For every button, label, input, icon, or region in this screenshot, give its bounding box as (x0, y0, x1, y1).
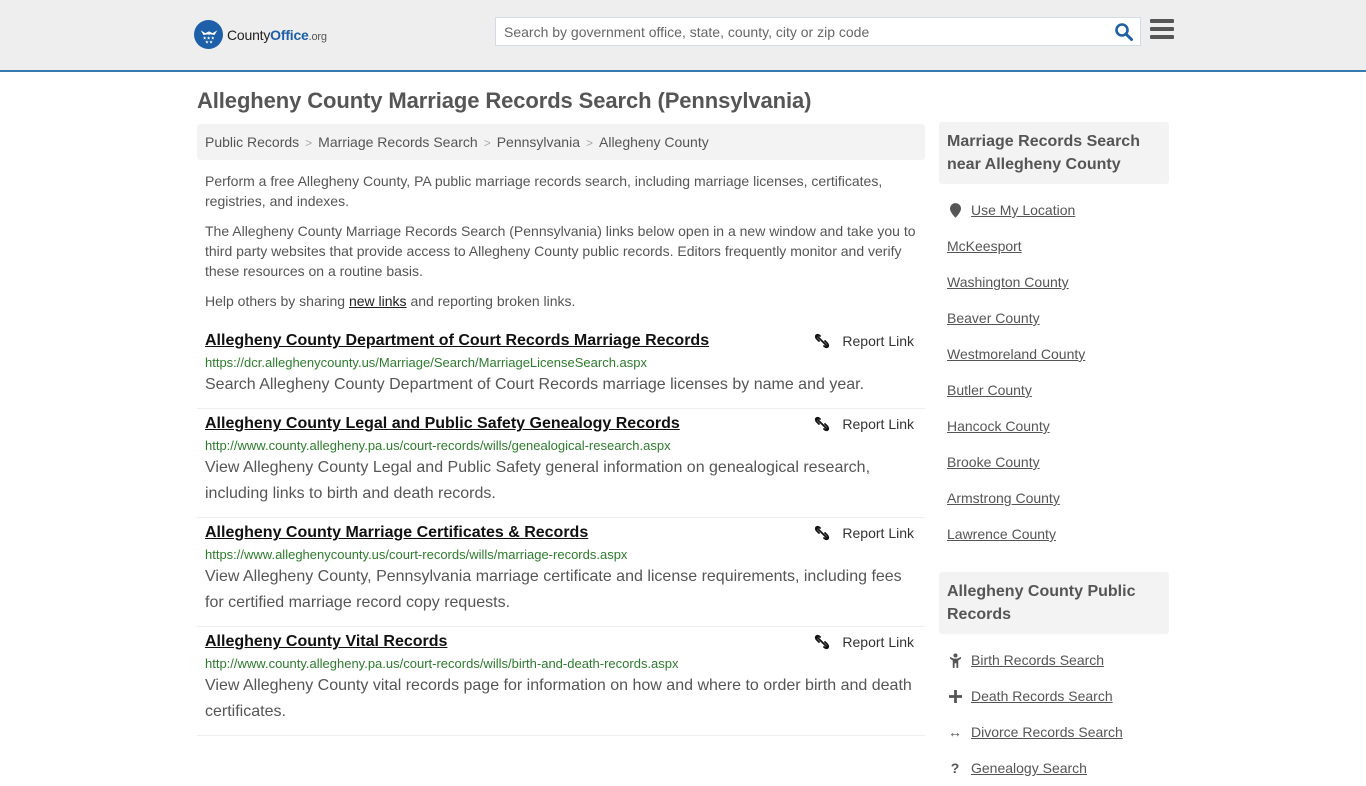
broken-link-icon (815, 333, 830, 349)
result-item: Allegheny County Department of Court Rec… (197, 326, 925, 409)
nearby-link-mckeesport[interactable]: McKeesport (947, 238, 1022, 254)
nearby-item: Armstrong County (947, 480, 1161, 516)
report-link-button[interactable]: Report Link (814, 525, 914, 541)
new-links-link[interactable]: new links (349, 293, 407, 309)
nearby-list: Use My Location McKeesport Washington Co… (939, 184, 1169, 552)
breadcrumb-allegheny-county[interactable]: Allegheny County (599, 134, 709, 150)
public-records-heading: Allegheny County Public Records (939, 572, 1169, 634)
result-item: Allegheny County Vital Records Report Li… (197, 627, 925, 736)
result-title-link[interactable]: Allegheny County Legal and Public Safety… (205, 415, 680, 433)
hamburger-menu-icon[interactable] (1150, 19, 1174, 41)
result-url: http://www.county.allegheny.pa.us/court-… (205, 656, 679, 671)
map-marker-icon (947, 202, 963, 218)
breadcrumb: Public Records > Marriage Records Search > P… (197, 124, 925, 160)
result-url: https://dcr.alleghenycounty.us/Marriage/… (205, 355, 647, 370)
public-records-item: ↔ Divorce Records Search (947, 714, 1161, 750)
use-my-location-link[interactable]: Use My Location (971, 202, 1075, 218)
intro-paragraph-2: The Allegheny County Marriage Records Se… (205, 223, 916, 279)
results-list: Allegheny County Department of Court Rec… (197, 326, 925, 736)
page-title: Allegheny County Marriage Records Search… (197, 88, 812, 113)
broken-link-icon (815, 416, 830, 432)
report-link-button[interactable]: Report Link (814, 333, 914, 349)
report-link-button[interactable]: Report Link (814, 416, 914, 432)
nearby-link-beaver-county[interactable]: Beaver County (947, 310, 1040, 326)
logo-text: CountyOffice.org (227, 26, 327, 43)
result-description: View Allegheny County Legal and Public S… (205, 459, 871, 502)
nearby-item: Lawrence County (947, 516, 1161, 552)
eagle-logo-icon: ★★★ ★★ (194, 20, 223, 49)
birth-records-search-link[interactable]: Birth Records Search (971, 652, 1104, 668)
use-location-item: Use My Location (947, 192, 1161, 228)
nearby-link-butler-county[interactable]: Butler County (947, 382, 1032, 398)
site-header: ★★★ ★★ CountyOffice.org (0, 0, 1366, 72)
intro-text: Perform a free Allegheny County, PA publ… (205, 171, 920, 321)
broken-link-icon (815, 634, 830, 650)
nearby-link-westmoreland-county[interactable]: Westmoreland County (947, 346, 1085, 362)
nearby-item: Brooke County (947, 444, 1161, 480)
result-description: View Allegheny County vital records page… (205, 677, 912, 720)
death-records-search-link[interactable]: Death Records Search (971, 688, 1113, 704)
result-item: Allegheny County Marriage Certificates &… (197, 518, 925, 627)
site-logo[interactable]: ★★★ ★★ CountyOffice.org (194, 20, 327, 49)
breadcrumb-public-records[interactable]: Public Records (205, 134, 299, 150)
report-link-button[interactable]: Report Link (814, 634, 914, 650)
arrows-horizontal-icon: ↔ (948, 724, 962, 740)
nearby-link-brooke-county[interactable]: Brooke County (947, 454, 1040, 470)
nearby-link-armstrong-county[interactable]: Armstrong County (947, 490, 1060, 506)
genealogy-search-link[interactable]: Genealogy Search (971, 760, 1087, 776)
result-title-link[interactable]: Allegheny County Department of Court Rec… (205, 332, 709, 350)
result-title-link[interactable]: Allegheny County Marriage Certificates &… (205, 524, 588, 542)
child-icon (947, 652, 963, 668)
result-description: View Allegheny County, Pennsylvania marr… (205, 568, 902, 611)
search-icon[interactable] (1114, 22, 1134, 42)
nearby-item: Westmoreland County (947, 336, 1161, 372)
nearby-link-washington-county[interactable]: Washington County (947, 274, 1069, 290)
breadcrumb-separator: > (585, 136, 593, 150)
result-description: Search Allegheny County Department of Co… (205, 376, 865, 393)
breadcrumb-pennsylvania[interactable]: Pennsylvania (497, 134, 580, 150)
nearby-heading: Marriage Records Search near Allegheny C… (939, 122, 1169, 184)
result-url: http://www.county.allegheny.pa.us/court-… (205, 438, 671, 453)
nearby-item: Beaver County (947, 300, 1161, 336)
nearby-link-lawrence-county[interactable]: Lawrence County (947, 526, 1056, 542)
nearby-item: Hancock County (947, 408, 1161, 444)
broken-link-icon (815, 525, 830, 541)
intro-paragraph-3: Help others by sharing new links and rep… (205, 293, 576, 309)
nearby-item: Butler County (947, 372, 1161, 408)
public-records-item: ? Genealogy Search (947, 750, 1161, 786)
intro-paragraph-1: Perform a free Allegheny County, PA publ… (205, 173, 883, 209)
breadcrumb-separator: > (483, 136, 491, 150)
divorce-records-search-link[interactable]: Divorce Records Search (971, 724, 1123, 740)
public-records-item: Birth Records Search (947, 642, 1161, 678)
breadcrumb-separator: > (305, 136, 313, 150)
public-records-item: Death Records Search (947, 678, 1161, 714)
sidebar: Marriage Records Search near Allegheny C… (939, 122, 1169, 786)
result-item: Allegheny County Legal and Public Safety… (197, 409, 925, 518)
nearby-item: Washington County (947, 264, 1161, 300)
result-title-link[interactable]: Allegheny County Vital Records (205, 633, 447, 651)
result-url: https://www.alleghenycounty.us/court-rec… (205, 547, 628, 562)
question-icon: ? (950, 760, 960, 776)
nearby-item: McKeesport (947, 228, 1161, 264)
nearby-link-hancock-county[interactable]: Hancock County (947, 418, 1050, 434)
plus-icon (947, 689, 963, 703)
breadcrumb-marriage-records-search[interactable]: Marriage Records Search (318, 134, 478, 150)
svg-text:★★: ★★ (204, 39, 213, 44)
public-records-list: Birth Records Search Death Records Searc… (939, 634, 1169, 786)
public-records-block: Allegheny County Public Records Birth Re… (939, 572, 1169, 786)
search-input[interactable] (496, 18, 1096, 45)
search-box (495, 17, 1141, 46)
